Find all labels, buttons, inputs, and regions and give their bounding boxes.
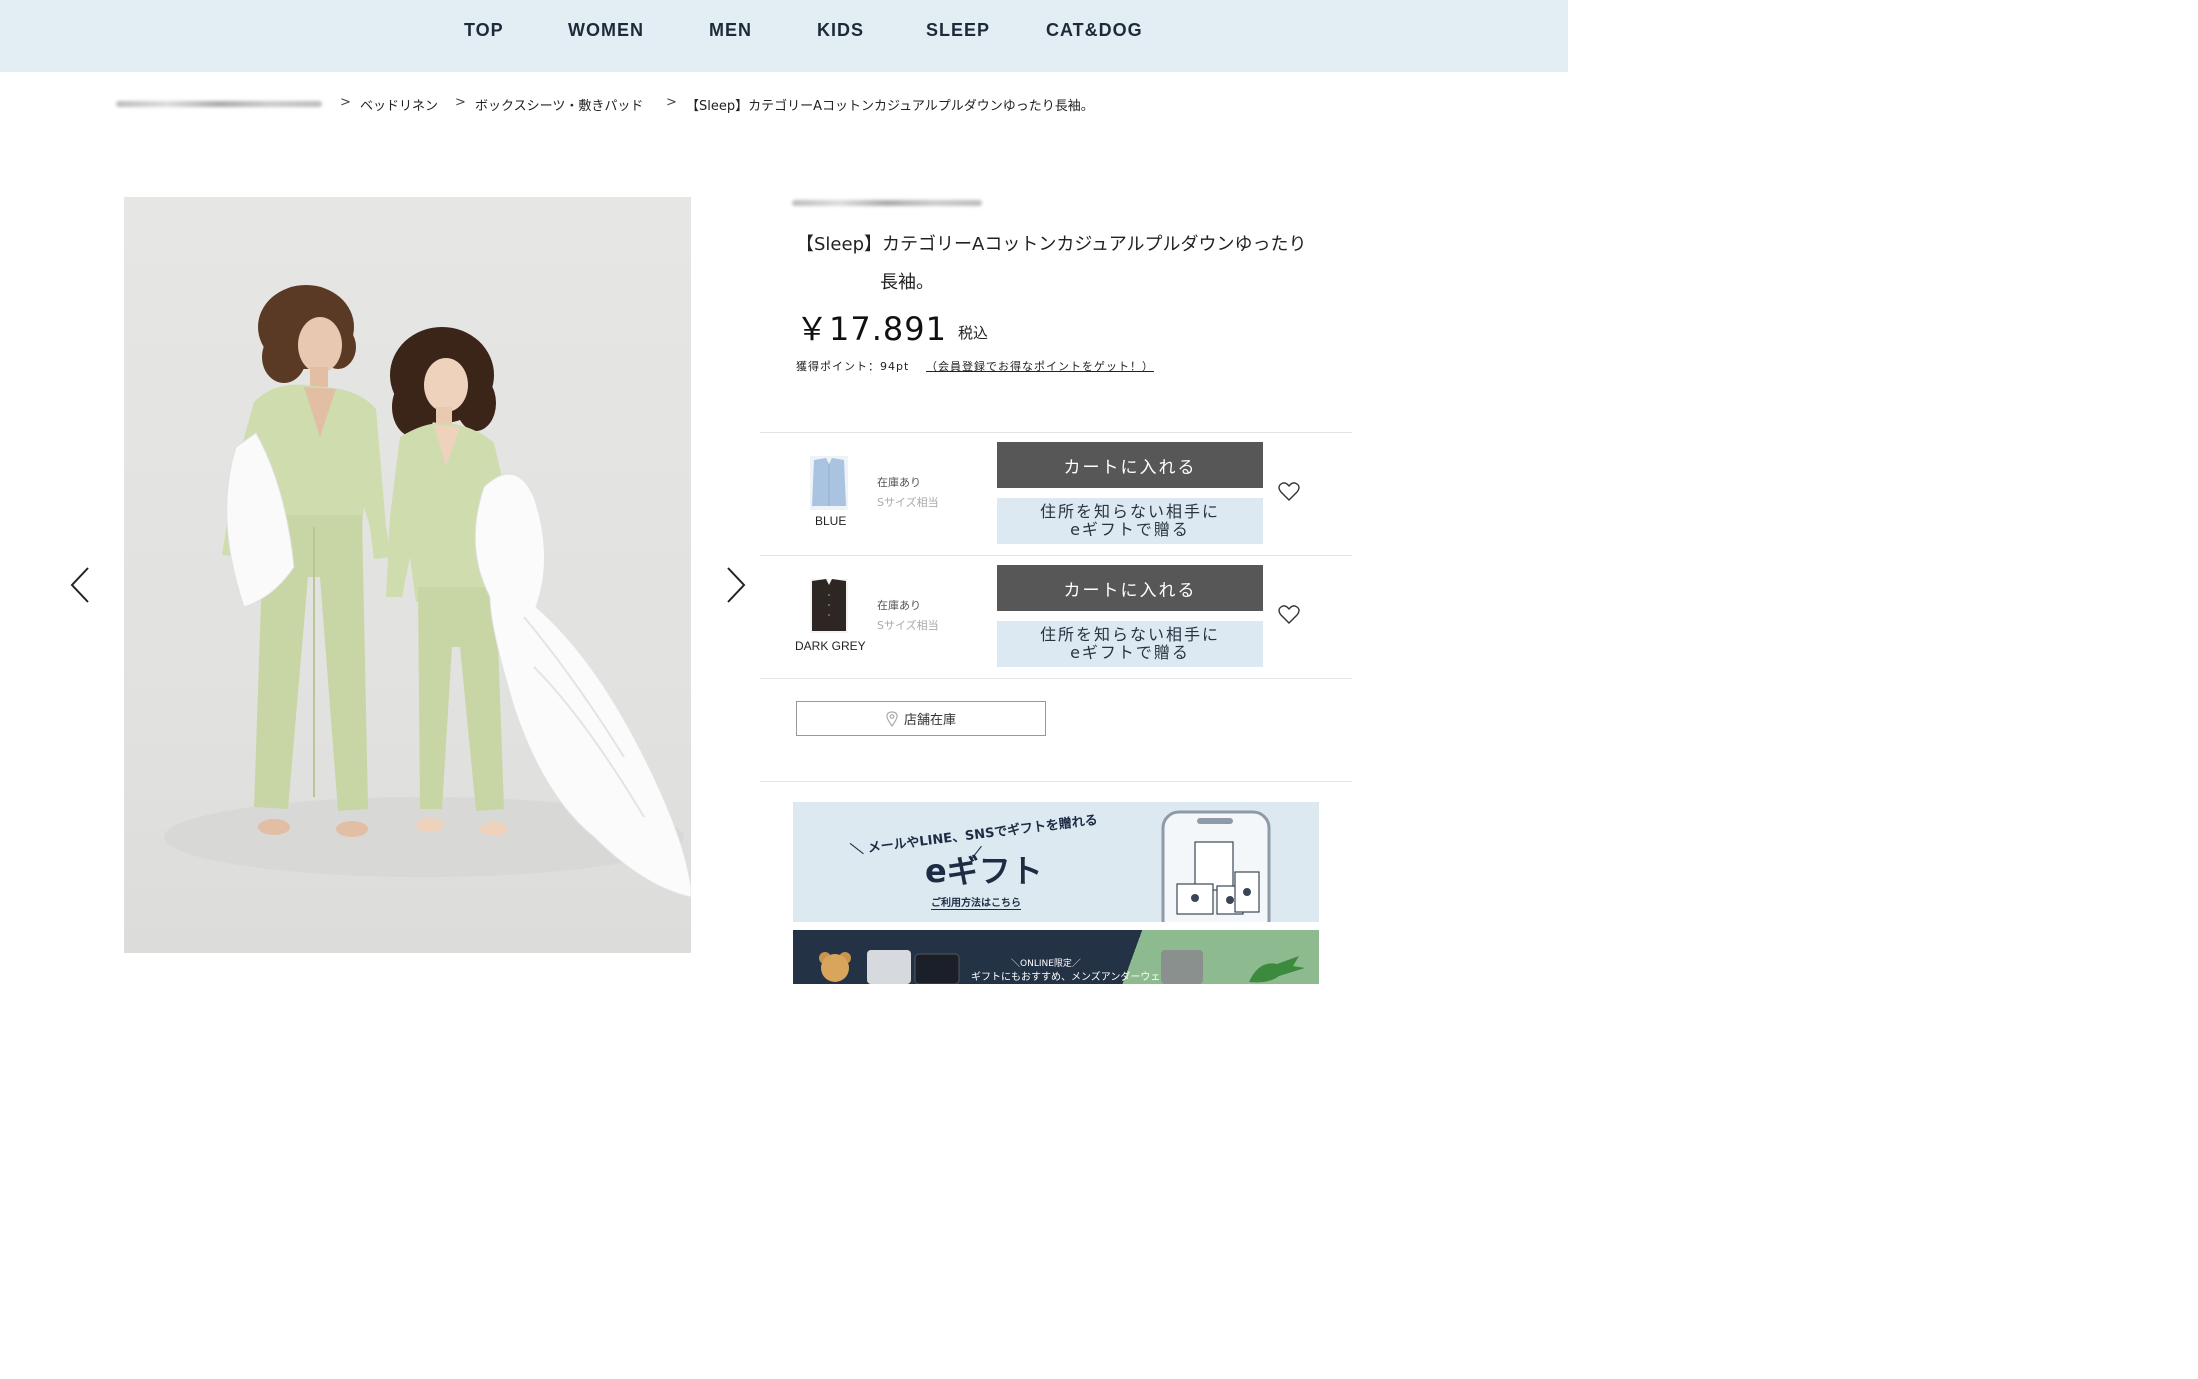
egift-banner-link: ご利用方法はこちら xyxy=(931,894,1021,910)
teddy-bear-icon xyxy=(819,952,851,982)
variant-row-blue: BLUE 在庫あり Sサイズ相当 カートに入れる 住所を知らない相手に eギフト… xyxy=(760,432,1352,554)
color-name-blue: BLUE xyxy=(815,514,847,528)
blurred-breadcrumb-home[interactable] xyxy=(116,101,322,107)
breadcrumb-box-sheets[interactable]: ボックスシーツ・敷きパッド xyxy=(475,95,643,114)
stock-status: 在庫あり xyxy=(877,476,921,489)
underwear-product-icon xyxy=(867,950,960,984)
egift-button-line2: eギフトで贈る xyxy=(1070,520,1190,539)
breadcrumb-separator: > xyxy=(455,95,466,110)
crocodile-and-underwear-icon xyxy=(1161,950,1305,984)
egift-button-line1: 住所を知らない相手に xyxy=(1039,625,1220,644)
store-stock-label: 店舗在庫 xyxy=(903,713,956,728)
breadcrumb-separator: > xyxy=(666,95,677,110)
blurred-brand-name[interactable] xyxy=(792,200,982,206)
egift-button-line1: 住所を知らない相手に xyxy=(1039,502,1220,521)
underwear-banner[interactable]: ＼ONLINE限定／ ギフトにもおすすめ、メンズアンダーウェア xyxy=(793,930,1319,984)
egift-button[interactable]: 住所を知らない相手に eギフトで贈る xyxy=(997,621,1263,667)
size-label: Sサイズ相当 xyxy=(877,619,939,632)
egift-button-line2: eギフトで贈る xyxy=(1070,643,1190,662)
swatch-blue[interactable] xyxy=(810,456,848,510)
next-image-arrow-icon[interactable] xyxy=(724,566,748,604)
nav-sleep[interactable]: SLEEP xyxy=(926,20,990,41)
product-title-line2: 長袖。 xyxy=(880,272,934,293)
breadcrumb-bed-linen[interactable]: ベッドリネン xyxy=(360,95,438,114)
swatch-dark-grey[interactable] xyxy=(810,579,848,633)
nav-women[interactable]: WOMEN xyxy=(568,20,644,41)
product-photo-models xyxy=(164,285,691,898)
divider xyxy=(760,678,1352,679)
breadcrumb-separator: > xyxy=(340,95,351,110)
member-registration-link[interactable]: （会員登録でお得なポイントをゲット！） xyxy=(926,358,1154,374)
tax-label: 税込 xyxy=(958,324,989,342)
points-text: 獲得ポイント：94pt xyxy=(796,360,910,373)
add-to-cart-button[interactable]: カートに入れる xyxy=(997,565,1263,611)
product-photo[interactable] xyxy=(124,197,691,953)
egift-button[interactable]: 住所を知らない相手に eギフトで贈る xyxy=(997,498,1263,544)
nav-cat-and-dog[interactable]: CAT&DOG xyxy=(1046,20,1143,41)
store-stock-button[interactable]: 店舗在庫 xyxy=(796,701,1046,736)
product-title-line1: 【Sleep】カテゴリーAコットンカジュアルプルダウンゆったり xyxy=(796,234,1307,255)
breadcrumb: > ベッドリネン > ボックスシーツ・敷きパッド > 【Sleep】カテゴリーA… xyxy=(116,95,1216,115)
favorite-heart-icon[interactable] xyxy=(1278,605,1300,625)
size-label: Sサイズ相当 xyxy=(877,496,939,509)
phone-gift-illustration-icon xyxy=(1161,810,1271,922)
nav-top[interactable]: TOP xyxy=(464,20,504,41)
top-nav: TOP WOMEN MEN KIDS SLEEP CAT&DOG xyxy=(0,0,1568,72)
location-pin-icon xyxy=(886,710,898,727)
breadcrumb-current: 【Sleep】カテゴリーAコットンカジュアルプルダウンゆったり長袖。 xyxy=(686,99,1094,114)
variant-row-dark-grey: DARK GREY 在庫あり Sサイズ相当 カートに入れる 住所を知らない相手に… xyxy=(760,555,1352,677)
color-name-dark-grey: DARK GREY xyxy=(795,639,866,653)
add-to-cart-button[interactable]: カートに入れる xyxy=(997,442,1263,488)
stock-status: 在庫あり xyxy=(877,599,921,612)
underwear-banner-text: ギフトにもおすすめ、メンズアンダーウェア xyxy=(971,972,1171,983)
nav-kids[interactable]: KIDS xyxy=(817,20,864,41)
divider xyxy=(760,781,1352,782)
egift-banner-title: eギフト xyxy=(925,852,1043,890)
product-price: ￥17.891 xyxy=(796,310,947,348)
product-title: 【Sleep】カテゴリーAコットンカジュアルプルダウンゆったり 長袖。 xyxy=(796,226,1356,302)
prev-image-arrow-icon[interactable] xyxy=(68,566,92,604)
favorite-heart-icon[interactable] xyxy=(1278,482,1300,502)
egift-banner[interactable]: ＼ メールやLINE、SNSでギフトを贈れる ／ eギフト ご利用方法はこちら xyxy=(793,802,1319,922)
nav-men[interactable]: MEN xyxy=(709,20,752,41)
